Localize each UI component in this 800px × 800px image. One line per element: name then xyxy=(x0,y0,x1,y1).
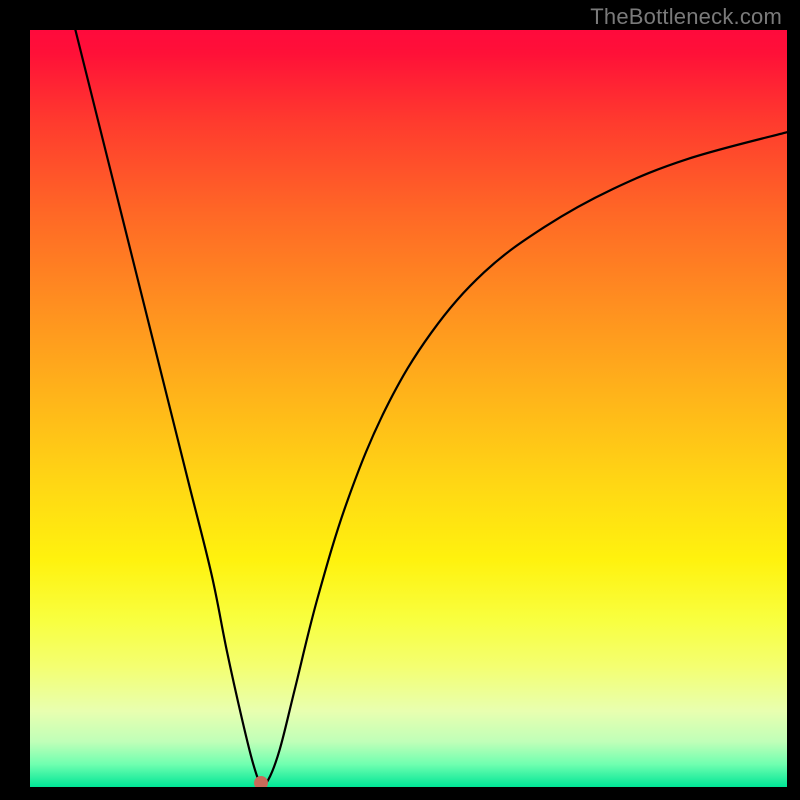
chart-frame: TheBottleneck.com xyxy=(0,0,800,800)
bottleneck-curve xyxy=(30,30,787,787)
minimum-point-marker xyxy=(254,776,268,787)
curve-path xyxy=(75,30,787,785)
watermark-text: TheBottleneck.com xyxy=(590,4,782,30)
plot-area xyxy=(30,30,787,787)
